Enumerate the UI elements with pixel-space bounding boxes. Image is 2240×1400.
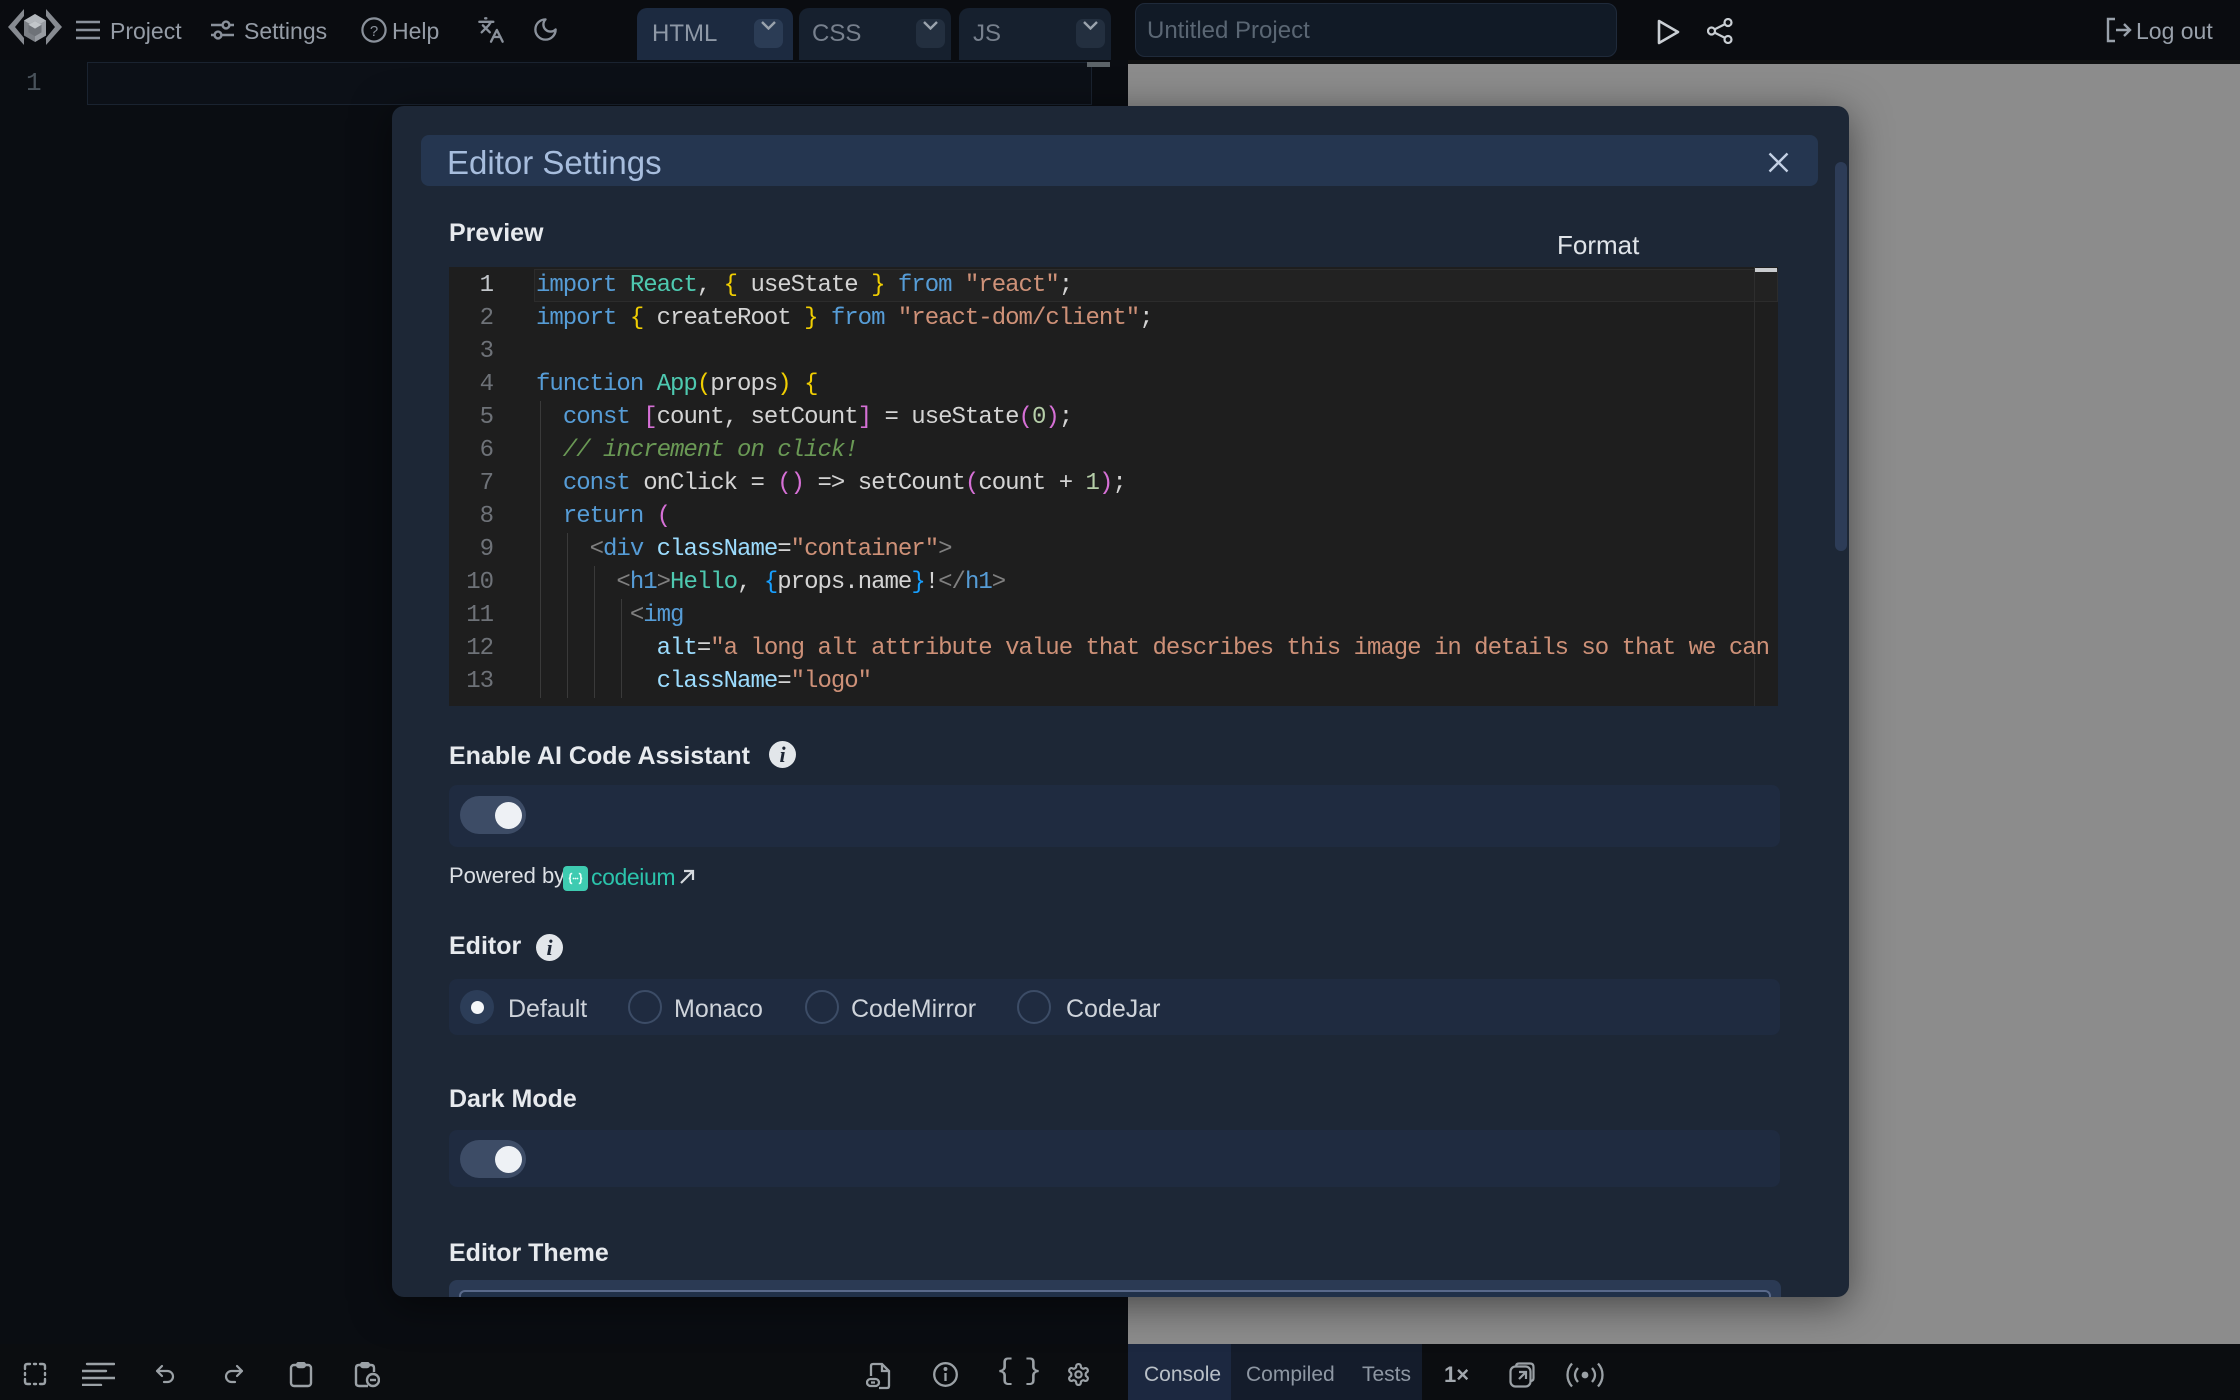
svg-text:?: ? <box>370 23 378 40</box>
